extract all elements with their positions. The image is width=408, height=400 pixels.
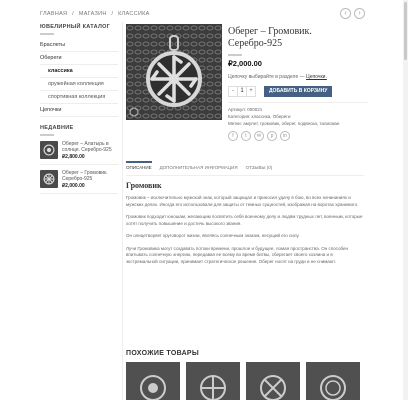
category-amulets[interactable]: Обереги <box>40 52 118 65</box>
email-icon[interactable]: ✉ <box>254 131 264 141</box>
description-paragraph: Громовик – исключительно мужской знак, к… <box>126 195 359 207</box>
qty-plus-button[interactable]: + <box>247 87 255 96</box>
catalog-title: ЮВЕЛИРНЫЙ КАТАЛОГ <box>40 24 111 30</box>
product-tabs: ОПИСАНИЕ ДОПОЛНИТЕЛЬНАЯ ИНФОРМАЦИЯ ОТЗЫВ… <box>126 161 273 170</box>
qty-minus-button[interactable]: - <box>229 87 237 96</box>
recent-product[interactable]: Оберег – Громовик. Серебро-925 ₽2,000.00 <box>40 170 118 194</box>
scrollbar-thumb[interactable] <box>404 2 407 60</box>
add-to-cart-button[interactable]: ДОБАВИТЬ В КОРЗИНУ <box>264 86 333 97</box>
description-heading: Громовик <box>126 181 162 190</box>
next-product-button[interactable]: › <box>354 8 365 19</box>
prev-product-button[interactable]: ‹ <box>340 8 351 19</box>
recent-product-price: ₽2,800.00 <box>62 154 85 160</box>
category-classic[interactable]: классика <box>40 65 118 78</box>
recent-section: НЕДАВНИЕ Оберег – Алатырь в солнце. Сере… <box>40 125 118 194</box>
related-product-image[interactable] <box>126 362 180 400</box>
product-category[interactable]: Категория: классика, Обереги <box>228 114 368 119</box>
chain-note-link[interactable]: Цепочки. <box>306 74 327 80</box>
qty-input[interactable]: 1 <box>237 87 247 96</box>
product-summary: Оберег – Громовик. Серебро-925 ₽2,000.00… <box>228 26 368 141</box>
recent-product[interactable]: Оберег – Алатырь в солнце. Серебро-925 ₽… <box>40 141 118 165</box>
category-chains[interactable]: Цепочки <box>40 104 118 117</box>
gromovik-pendant-icon <box>126 24 222 120</box>
pinterest-icon[interactable]: p <box>267 131 277 141</box>
product-sku: Артикул: 000021 <box>228 107 263 112</box>
breadcrumb-current: КЛАССИКА <box>118 11 150 17</box>
recent-product-name[interactable]: Оберег – Громовик. Серебро-925 <box>62 170 118 182</box>
breadcrumb-home[interactable]: ГЛАВНАЯ <box>40 11 67 17</box>
product-tags[interactable]: Метки: амулет, громовик, оберег, подвеск… <box>228 121 368 126</box>
breadcrumb-separator: / <box>72 11 74 17</box>
tabs-divider <box>126 175 364 176</box>
title-underline <box>40 134 54 136</box>
description-paragraph: Громовик подходит юношам, желающим посвя… <box>126 214 363 226</box>
chain-note-text: Цепочку выбирайте в разделе — <box>228 74 305 80</box>
category-sport-collection[interactable]: спортивная коллекция <box>40 91 118 104</box>
quantity-stepper[interactable]: - 1 + <box>228 86 256 97</box>
breadcrumb-shop[interactable]: МАГАЗИН <box>79 11 107 17</box>
related-products-title: ПОХОЖИЕ ТОВАРЫ <box>126 350 200 357</box>
pendant-icon <box>200 375 226 400</box>
pendant-icon <box>320 375 346 400</box>
title-underline <box>228 54 242 56</box>
pendant-icon <box>140 375 166 400</box>
title-underline <box>40 33 54 35</box>
tab-description[interactable]: ОПИСАНИЕ <box>126 161 152 170</box>
add-to-cart-row: - 1 + ДОБАВИТЬ В КОРЗИНУ <box>228 86 368 97</box>
chain-note: Цепочку выбирайте в разделе — Цепочки. <box>228 74 368 80</box>
product-price: ₽2,000.00 <box>228 59 262 68</box>
product-title: Оберег – Громовик. Серебро-925 <box>228 26 312 49</box>
scrollbar-track[interactable] <box>403 0 408 400</box>
product-main-image[interactable] <box>126 24 222 120</box>
category-bracelets[interactable]: Браслеты <box>40 39 118 52</box>
twitter-icon[interactable]: t <box>241 131 251 141</box>
recent-product-price: ₽2,000.00 <box>62 183 85 189</box>
sidebar-divider <box>122 22 123 400</box>
product-thumbnail[interactable] <box>40 170 58 188</box>
related-product-image[interactable] <box>306 362 360 400</box>
breadcrumb: ГЛАВНАЯ / МАГАЗИН / КЛАССИКА <box>40 11 153 17</box>
recent-product-name[interactable]: Оберег – Алатырь в солнце. Серебро-925 <box>62 141 118 153</box>
pendant-icon <box>260 375 286 400</box>
related-product-image[interactable] <box>246 362 300 400</box>
tab-reviews[interactable]: ОТЗЫВЫ (0) <box>246 165 273 170</box>
product-thumbnail[interactable] <box>40 141 58 159</box>
description-paragraph: Лучи Громовика могут создавать потоки вр… <box>126 245 348 264</box>
sidebar: ЮВЕЛИРНЫЙ КАТАЛОГ Браслеты Обереги класс… <box>40 24 118 194</box>
facebook-icon[interactable]: f <box>228 131 238 141</box>
description-panel: Громовик Громовик – исключительно мужско… <box>126 181 364 271</box>
description-paragraph: Он олицетворяет круговорот жизни, являяс… <box>126 233 300 238</box>
divider <box>228 102 368 103</box>
linkedin-icon[interactable]: in <box>280 131 290 141</box>
share-icons: f t ✉ p in <box>228 131 368 141</box>
category-weapon-collection[interactable]: оружейная коллекция <box>40 78 118 91</box>
breadcrumb-separator: / <box>111 11 114 17</box>
tab-additional-info[interactable]: ДОПОЛНИТЕЛЬНАЯ ИНФОРМАЦИЯ <box>160 165 238 170</box>
related-product-image[interactable] <box>186 362 240 400</box>
recent-title: НЕДАВНИЕ <box>40 125 74 131</box>
